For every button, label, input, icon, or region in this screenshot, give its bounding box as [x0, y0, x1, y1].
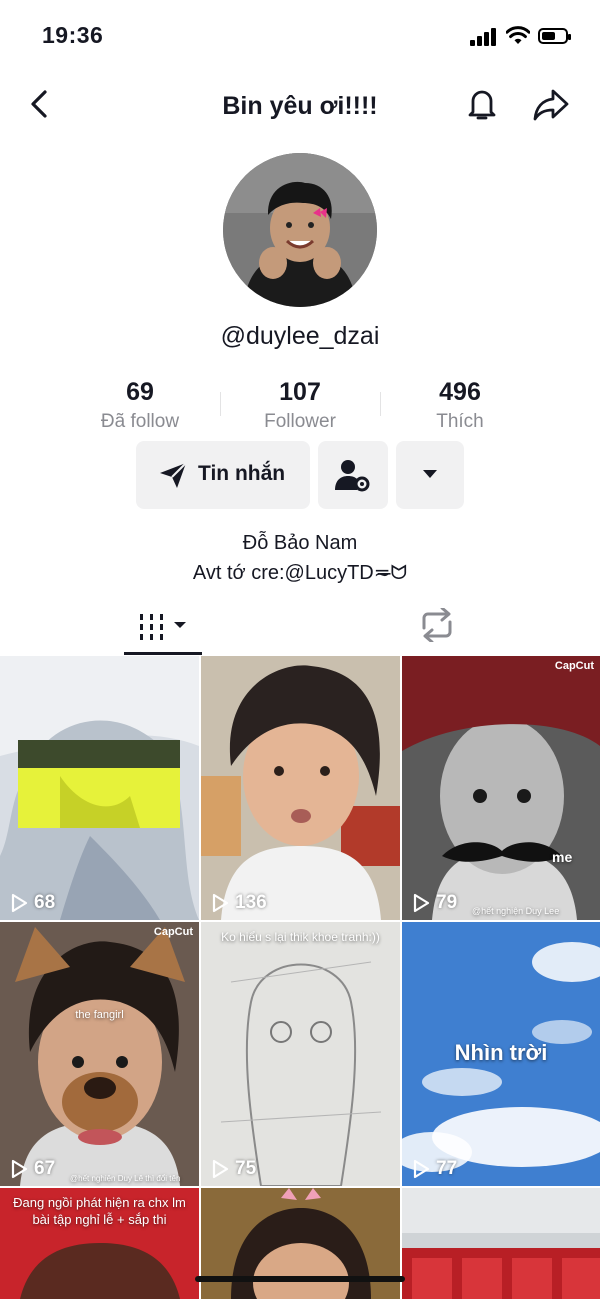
- video-thumbnail[interactable]: [201, 1188, 400, 1299]
- content-tabs: [0, 600, 600, 655]
- profile-header: Bin yêu ơi!!!!: [0, 72, 600, 138]
- play-icon: [11, 1159, 28, 1179]
- stat-following-label: Đã follow: [100, 411, 180, 432]
- cellular-signal-icon: [470, 28, 498, 46]
- video-caption: Đang ngồi phát hiện ra chx lm bài tập ng…: [13, 1195, 186, 1227]
- avatar[interactable]: [223, 153, 377, 307]
- profile-username: @duylee_dzai: [220, 322, 380, 350]
- play-icon: [413, 1159, 430, 1179]
- active-tab-indicator: [124, 652, 202, 655]
- stat-divider: [220, 392, 221, 416]
- video-thumbnail[interactable]: 68: [0, 656, 199, 920]
- video-thumbnail[interactable]: Nhìn trời 77: [402, 922, 600, 1186]
- video-grid: 68 136 CapCut me @hết nghiện Duy Lee 79 …: [0, 656, 600, 1299]
- tab-reposts[interactable]: [418, 606, 456, 647]
- add-friend-button[interactable]: [318, 441, 388, 509]
- play-icon: [413, 893, 430, 913]
- send-icon: [160, 462, 187, 488]
- video-watermark: @hết nghiện Duy Lê thì đổi tên: [70, 1174, 181, 1183]
- video-caption: the fangirl: [75, 1009, 124, 1021]
- stat-following[interactable]: 69 Đã follow: [60, 378, 220, 433]
- message-button[interactable]: Tin nhắn: [136, 441, 310, 509]
- stat-followers-count: 107: [279, 378, 321, 406]
- wifi-icon: [506, 26, 530, 44]
- video-thumbnail[interactable]: Đang ngồi phát hiện ra chx lm bài tập ng…: [0, 1188, 199, 1299]
- bell-icon[interactable]: [464, 86, 500, 122]
- view-count: 77: [412, 1158, 457, 1180]
- message-button-label: Tin nhắn: [198, 462, 286, 485]
- view-count: 67: [10, 1158, 55, 1180]
- share-arrow-icon[interactable]: [532, 86, 570, 122]
- stat-likes[interactable]: 496 Thích: [380, 378, 540, 433]
- view-count: 75: [211, 1158, 256, 1180]
- video-thumbnail[interactable]: CapCut me @hết nghiện Duy Lee 79: [402, 656, 600, 920]
- video-caption: Ko hiểu s lại thik khoe tranh:)): [221, 930, 380, 944]
- stat-likes-label: Thích: [436, 411, 484, 432]
- play-icon: [11, 893, 28, 913]
- video-thumbnail[interactable]: 136: [201, 656, 400, 920]
- more-options-button[interactable]: [396, 441, 464, 509]
- capcut-badge: CapCut: [554, 660, 594, 672]
- stat-followers-label: Follower: [264, 411, 336, 432]
- capcut-badge: CapCut: [153, 926, 193, 938]
- bio-name: Đỗ Bảo Nam: [242, 532, 358, 554]
- status-time: 19:36: [42, 22, 104, 48]
- home-indicator: [195, 1276, 405, 1282]
- view-count: 68: [10, 892, 55, 914]
- battery-icon: [538, 28, 571, 44]
- stat-following-count: 69: [126, 378, 154, 406]
- view-count: 79: [412, 892, 457, 914]
- profile-stats: 69 Đã follow 107 Follower 496 Thích: [0, 378, 600, 438]
- video-thumbnail[interactable]: [402, 1188, 600, 1299]
- status-bar: 19:36: [0, 0, 600, 72]
- stat-divider: [380, 392, 381, 416]
- play-icon: [212, 893, 229, 913]
- caret-down-icon: [423, 470, 437, 478]
- video-caption: Nhìn trời: [454, 1040, 548, 1065]
- repost-icon: [422, 606, 452, 644]
- tab-videos[interactable]: [138, 610, 190, 649]
- view-count: 136: [211, 892, 267, 914]
- video-thumbnail[interactable]: CapCut the fangirl @hết nghiện Duy Lê th…: [0, 922, 199, 1186]
- video-caption: me: [552, 849, 573, 865]
- play-icon: [212, 1159, 229, 1179]
- video-thumbnail[interactable]: Ko hiểu s lại thik khoe tranh:)) 75: [201, 922, 400, 1186]
- page-title: Bin yêu ơi!!!!: [222, 92, 378, 120]
- video-watermark: @hết nghiện Duy Lee: [472, 906, 560, 916]
- bio-text: Avt tớ cre:@LucyTD≂̶ᗢ: [192, 562, 408, 584]
- stat-likes-count: 496: [439, 378, 481, 406]
- video-grid-icon: [140, 614, 186, 640]
- user-settings-icon: [335, 460, 370, 492]
- stat-followers[interactable]: 107 Follower: [220, 378, 380, 433]
